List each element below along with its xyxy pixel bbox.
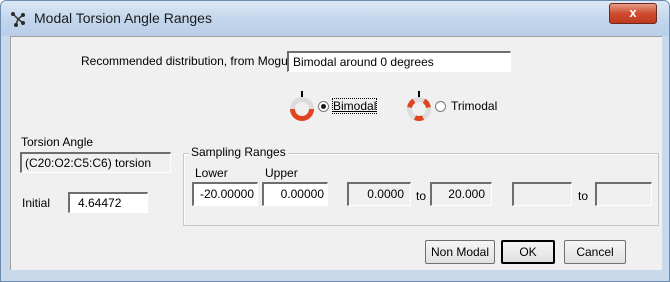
trimodal-label[interactable]: Trimodal [451,99,497,113]
range3-upper-field [595,182,652,206]
range1-lower-input[interactable]: -20.00000 [192,182,258,206]
range3-to-label: to [578,189,589,203]
initial-label: Initial [22,196,51,210]
dialog-client-area: Recommended distribution, from Mogul: Bi… [10,36,662,270]
close-icon: x [629,5,637,20]
cancel-label: Cancel [576,245,614,259]
trimodal-radio[interactable] [435,101,446,112]
ok-label: OK [519,245,537,259]
ok-button[interactable]: OK [501,240,555,264]
range2-lower-field: 0.0000 [347,182,411,206]
non-modal-label: Non Modal [430,245,490,259]
close-button[interactable]: x [609,3,657,24]
recommended-label: Recommended distribution, from Mogul: [81,54,294,68]
range2-lower-value: 0.0000 [367,187,404,201]
recommended-distribution-field: Bimodal around 0 degrees [287,51,511,72]
range2-upper-value: 20.000 [448,187,485,201]
molecule-icon [11,12,25,27]
range1-upper-value: 0.00000 [280,187,324,201]
non-modal-button[interactable]: Non Modal [425,240,495,264]
lifebuoy-two-sections-icon [290,91,314,121]
lifebuoy-three-sections-icon [407,91,431,121]
initial-value-field: 4.64472 [68,192,148,213]
window-title: Modal Torsion Angle Ranges [34,10,212,26]
torsion-atoms-value: (C20:O2:C5:C6) torsion [25,156,152,170]
torsion-angle-heading: Torsion Angle [21,135,94,149]
sampling-ranges-title: Sampling Ranges [189,145,288,159]
lower-header: Lower [195,166,228,180]
range1-lower-value: -20.00000 [199,187,254,201]
range1-upper-input[interactable]: 0.00000 [262,182,328,206]
range2-to-label: to [416,189,427,203]
upper-header: Upper [265,166,298,180]
bimodal-label[interactable]: Bimodal [331,98,378,114]
initial-value: 4.64472 [78,196,122,210]
range2-upper-field: 20.000 [430,182,492,206]
recommended-value: Bimodal around 0 degrees [293,55,434,69]
title-bar[interactable]: Modal Torsion Angle Ranges x [1,1,669,36]
dialog-window: Modal Torsion Angle Ranges x Recommended… [0,0,670,282]
cancel-button[interactable]: Cancel [564,240,626,264]
torsion-atoms-field: (C20:O2:C5:C6) torsion [20,152,171,173]
bimodal-radio[interactable] [318,101,329,112]
range3-lower-field [512,182,572,206]
